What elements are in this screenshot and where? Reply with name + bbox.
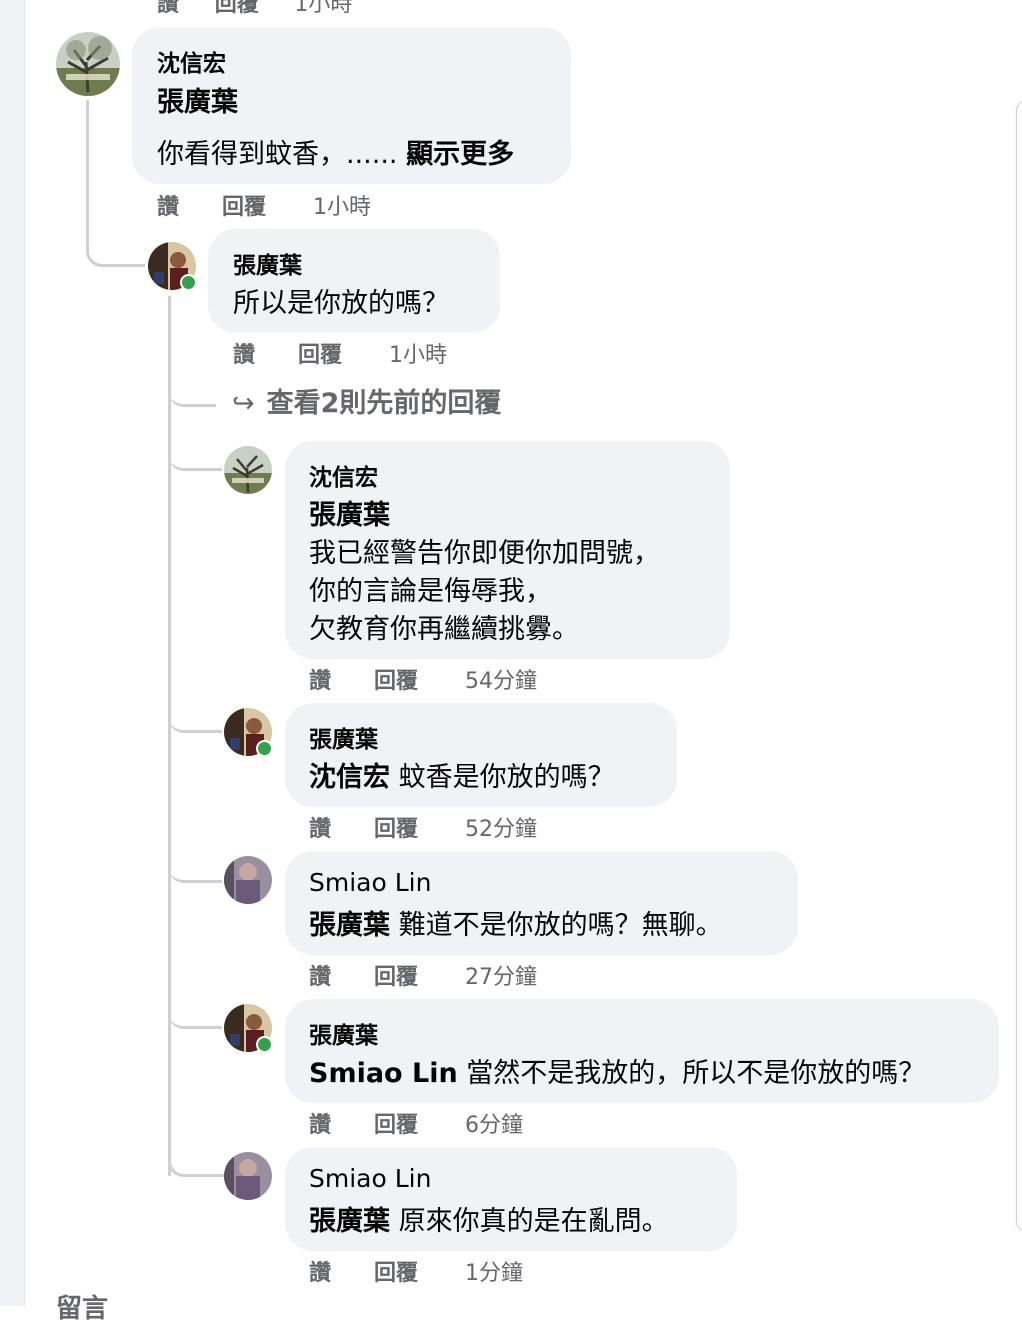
comment-author[interactable]: 沈信宏	[157, 44, 226, 78]
comment-actions: 讚 回覆 52分鐘	[309, 811, 537, 843]
comment-text: Smiao Lin 當然不是我放的，所以不是你放的嗎？	[309, 1051, 925, 1090]
online-status-dot	[256, 1036, 273, 1053]
thread-connector	[168, 996, 222, 1029]
comment-body: 原來你真的是在亂問。	[398, 1206, 669, 1237]
thread-connector	[168, 440, 222, 471]
comment-author[interactable]: Smiao Lin	[309, 1164, 431, 1193]
timestamp[interactable]: 1小時	[313, 189, 371, 221]
reply-button[interactable]: 回覆	[374, 1255, 458, 1287]
like-button[interactable]: 讚	[309, 1107, 367, 1139]
thread-connector	[168, 850, 222, 883]
timestamp[interactable]: 52分鐘	[465, 811, 537, 843]
view-previous-label: 查看2則先前的回覆	[266, 388, 502, 419]
comment-body: 難道不是你放的嗎？無聊。	[398, 910, 723, 941]
comment-text: 沈信宏 蚊香是你放的嗎？	[309, 755, 615, 794]
like-button[interactable]: 讚	[309, 663, 367, 695]
comment-actions: 讚 回覆 27分鐘	[309, 959, 537, 991]
reply-button[interactable]: 回覆	[374, 959, 458, 991]
like-button[interactable]: 讚	[309, 1255, 367, 1287]
comment-text-line: 我已經警告你即便你加問號，	[309, 538, 660, 569]
like-button[interactable]: 讚	[233, 337, 291, 369]
comment-author[interactable]: 沈信宏	[309, 458, 378, 492]
avatar[interactable]	[224, 856, 272, 904]
see-more-link[interactable]: 顯示更多	[406, 139, 514, 170]
view-previous-replies[interactable]: ↪ 查看2則先前的回覆	[232, 381, 501, 420]
thread-connector	[168, 390, 216, 407]
comment-text: 所以是你放的嗎？	[233, 288, 449, 319]
avatar[interactable]	[224, 1152, 272, 1200]
reply-button[interactable]: 回覆	[222, 189, 306, 221]
comment-author[interactable]: 張廣葉	[233, 246, 302, 280]
comment-text-line: 欠教育你再繼續挑釁。	[309, 614, 579, 645]
comment-actions: 讚 回覆 1分鐘	[309, 1255, 523, 1287]
comment-author[interactable]: 張廣葉	[309, 1016, 378, 1050]
reply-button[interactable]: 回覆	[215, 0, 259, 17]
avatar[interactable]	[224, 446, 272, 494]
comment-author[interactable]: Smiao Lin	[309, 868, 431, 897]
reply-button[interactable]: 回覆	[374, 1107, 458, 1139]
reply-button[interactable]: 回覆	[374, 811, 458, 843]
timestamp[interactable]: 27分鐘	[465, 959, 537, 991]
timestamp[interactable]: 1分鐘	[465, 1255, 523, 1287]
tagged-user[interactable]: 張廣葉	[157, 80, 238, 119]
reply-button[interactable]: 回覆	[298, 337, 382, 369]
comment-actions: 讚 回覆 54分鐘	[309, 663, 537, 695]
tagged-user[interactable]: 張廣葉	[309, 493, 390, 532]
comment-body: 蚊香是你放的嗎？	[398, 762, 615, 793]
online-status-dot	[256, 740, 273, 757]
thread-line	[168, 296, 171, 1176]
comment-text: 張廣葉 難道不是你放的嗎？無聊。	[309, 903, 723, 942]
reply-arrow-icon: ↪	[232, 388, 255, 419]
like-button[interactable]: 讚	[157, 189, 215, 221]
like-button[interactable]: 讚	[309, 811, 367, 843]
comment-text: 張廣葉 原來你真的是在亂問。	[309, 1199, 669, 1238]
tagged-user[interactable]: Smiao Lin	[309, 1058, 458, 1089]
left-panel-edge	[0, 0, 25, 1306]
like-button[interactable]: 讚	[157, 0, 179, 17]
timestamp[interactable]: 1小時	[294, 0, 352, 17]
comment-body: 你看得到蚊香，......	[157, 139, 398, 170]
online-status-dot	[180, 274, 197, 291]
comment-text-line: 你的言論是侮辱我，	[309, 576, 552, 607]
comment-actions: 讚 回覆 6分鐘	[309, 1107, 523, 1139]
comment-text: 你看得到蚊香，...... 顯示更多	[157, 132, 514, 171]
previous-comment-actions: 讚 回覆 1小時	[157, 0, 380, 18]
timestamp[interactable]: 1小時	[389, 337, 447, 369]
comment-actions: 讚 回覆 1小時	[157, 189, 371, 221]
tagged-user[interactable]: 張廣葉	[309, 910, 390, 941]
tagged-user[interactable]: 張廣葉	[309, 1206, 390, 1237]
like-button[interactable]: 讚	[309, 959, 367, 991]
timestamp[interactable]: 54分鐘	[465, 663, 537, 695]
comment-body: 當然不是我放的，所以不是你放的嗎？	[466, 1058, 926, 1089]
right-side-panel	[1016, 100, 1022, 1232]
comments-section-label: 留言	[56, 1294, 109, 1324]
thread-connector	[168, 700, 222, 733]
thread-connector	[168, 1144, 225, 1177]
comment-actions: 讚 回覆 1小時	[233, 337, 447, 369]
timestamp[interactable]: 6分鐘	[465, 1107, 523, 1139]
tagged-user[interactable]: 沈信宏	[309, 762, 390, 793]
reply-button[interactable]: 回覆	[374, 663, 458, 695]
comment-author[interactable]: 張廣葉	[309, 720, 378, 754]
avatar[interactable]	[56, 32, 120, 96]
